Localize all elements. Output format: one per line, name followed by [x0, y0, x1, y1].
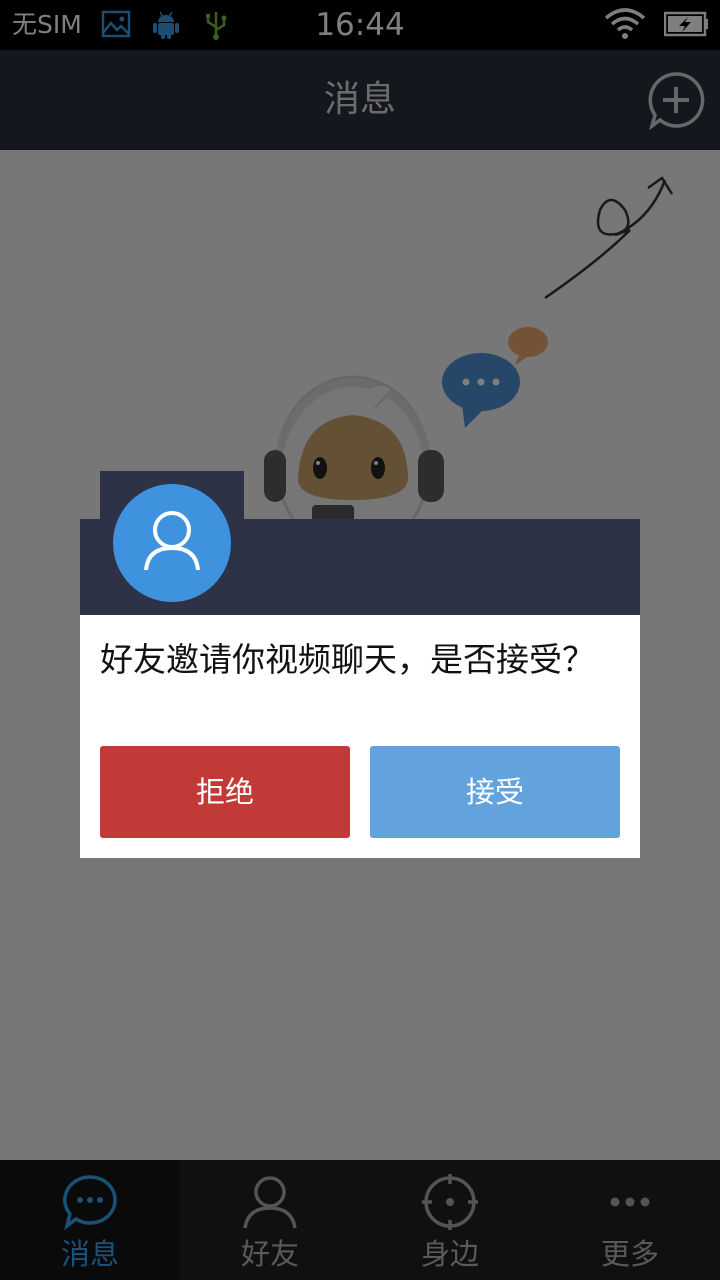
dialog-body: 好友邀请你视频聊天，是否接受？ 拒绝 接受	[80, 615, 640, 858]
avatar	[113, 484, 231, 602]
reject-button[interactable]: 拒绝	[100, 746, 350, 838]
avatar-frame	[100, 471, 244, 615]
accept-button[interactable]: 接受	[370, 746, 620, 838]
screen: 无SIM	[0, 0, 720, 1280]
user-icon	[144, 511, 200, 571]
video-invite-dialog: 好友邀请你视频聊天，是否接受？ 拒绝 接受	[80, 471, 640, 858]
invite-message: 好友邀请你视频聊天，是否接受？	[100, 640, 595, 679]
